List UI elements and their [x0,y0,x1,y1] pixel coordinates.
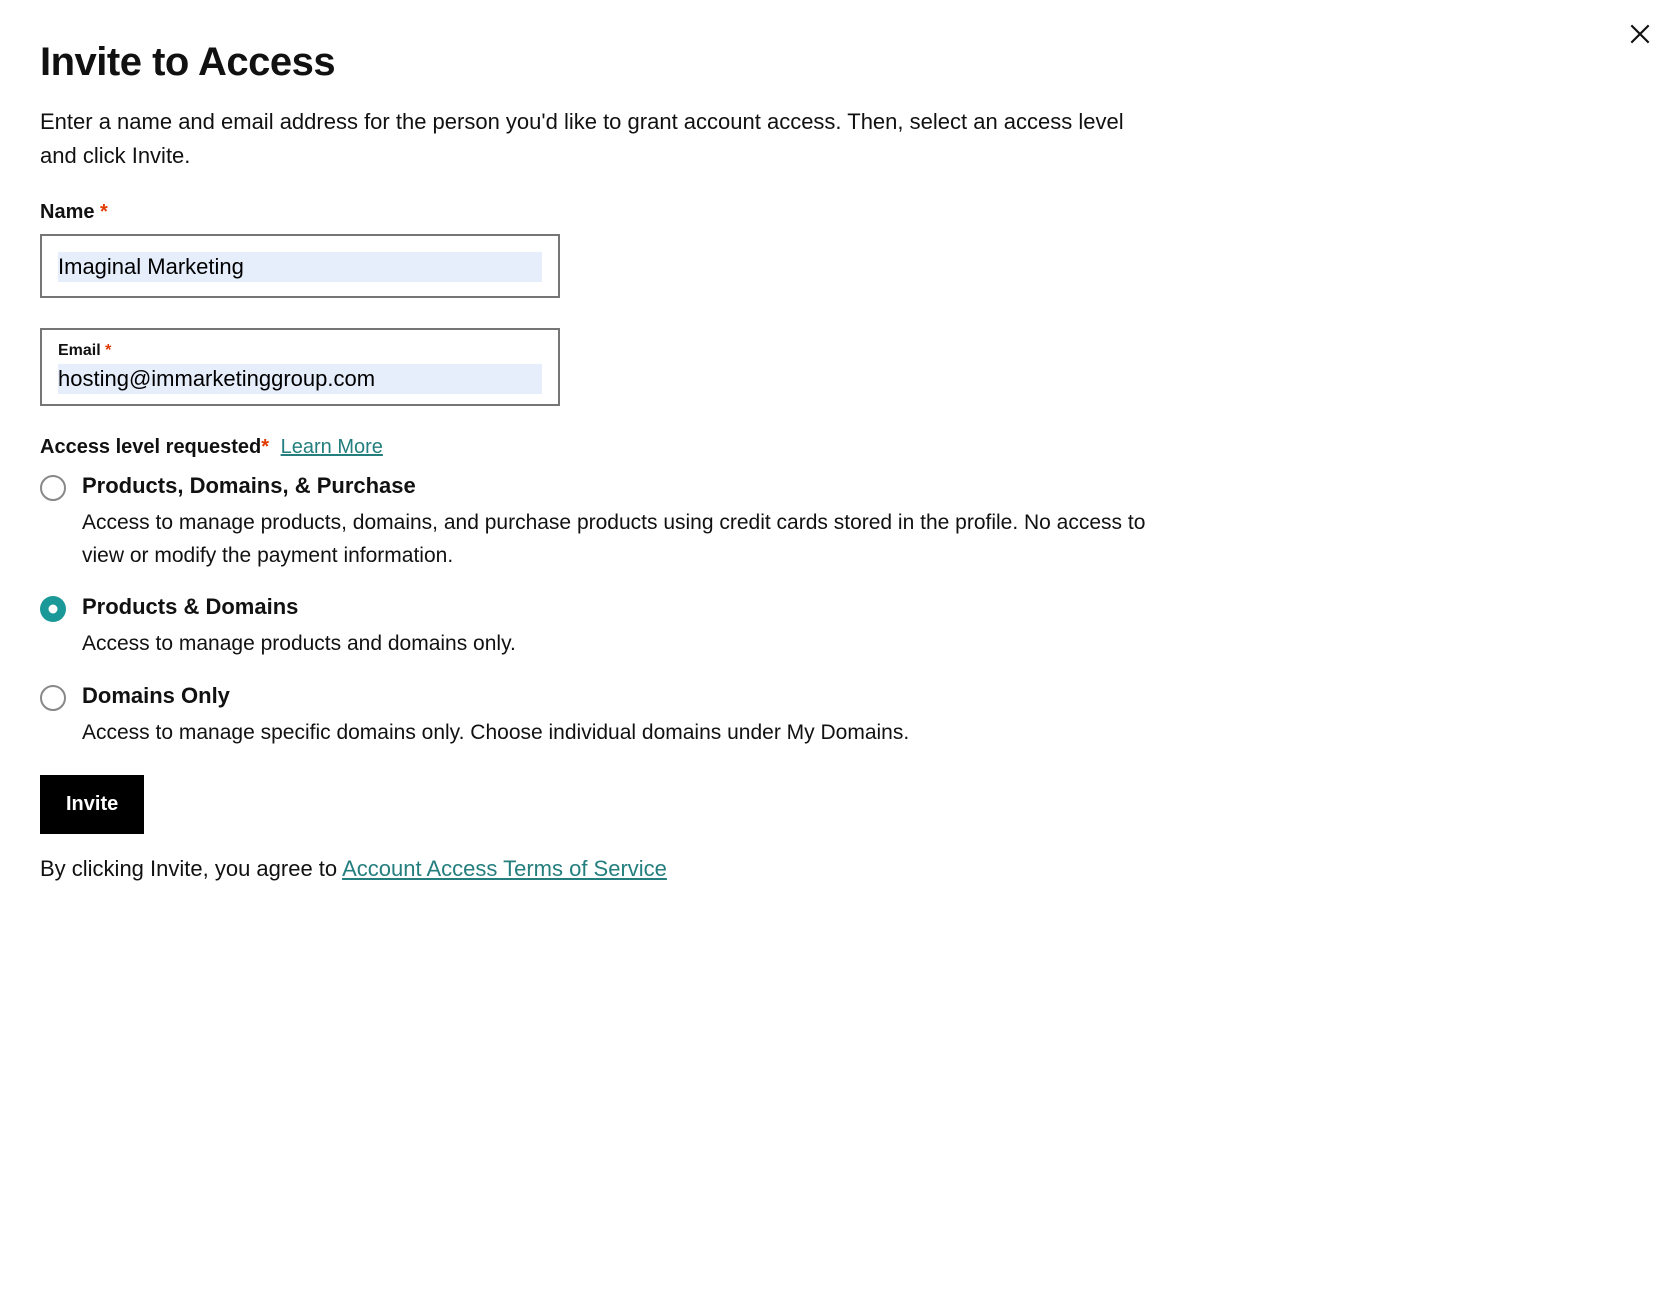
intro-text: Enter a name and email address for the p… [40,105,1140,173]
radio-option-domains-only[interactable]: Domains Only Access to manage specific d… [40,683,1638,750]
radio-button[interactable] [40,685,66,711]
access-level-label-text: Access level requested [40,436,261,458]
radio-content: Domains Only Access to manage specific d… [82,683,1638,750]
name-input[interactable] [58,252,542,282]
required-asterisk: * [261,436,269,458]
radio-option-products-domains-purchase[interactable]: Products, Domains, & Purchase Access to … [40,473,1638,572]
terms-link[interactable]: Account Access Terms of Service [342,856,667,881]
radio-content: Products & Domains Access to manage prod… [82,594,1638,661]
email-label-text: Email [58,342,101,359]
radio-button[interactable] [40,596,66,622]
required-asterisk: * [105,342,111,359]
radio-content: Products, Domains, & Purchase Access to … [82,473,1638,572]
name-field-group: Name * [40,201,1638,298]
radio-option-products-domains[interactable]: Products & Domains Access to manage prod… [40,594,1638,661]
email-input-container[interactable]: Email * [40,328,560,406]
radio-button[interactable] [40,475,66,501]
radio-description: Access to manage specific domains only. … [82,717,1172,750]
email-field-group: Email * [40,328,1638,406]
email-inner-label: Email * [58,342,542,360]
invite-button[interactable]: Invite [40,775,144,834]
name-input-container[interactable] [40,234,560,298]
learn-more-link[interactable]: Learn More [281,436,383,458]
radio-title: Products, Domains, & Purchase [82,473,1638,499]
name-label-text: Name [40,201,94,223]
required-asterisk: * [100,201,108,223]
radio-description: Access to manage products and domains on… [82,628,1172,661]
agreement-prefix: By clicking Invite, you agree to [40,856,342,881]
access-level-label: Access level requested* Learn More [40,436,1638,459]
page-title: Invite to Access [40,40,1638,85]
radio-description: Access to manage products, domains, and … [82,507,1172,572]
name-label: Name * [40,201,108,224]
close-icon [1627,21,1653,47]
agreement-text: By clicking Invite, you agree to Account… [40,856,1638,882]
email-input[interactable] [58,364,542,394]
radio-title: Products & Domains [82,594,1638,620]
access-level-radio-group: Products, Domains, & Purchase Access to … [40,473,1638,749]
close-button[interactable] [1624,18,1656,50]
radio-title: Domains Only [82,683,1638,709]
